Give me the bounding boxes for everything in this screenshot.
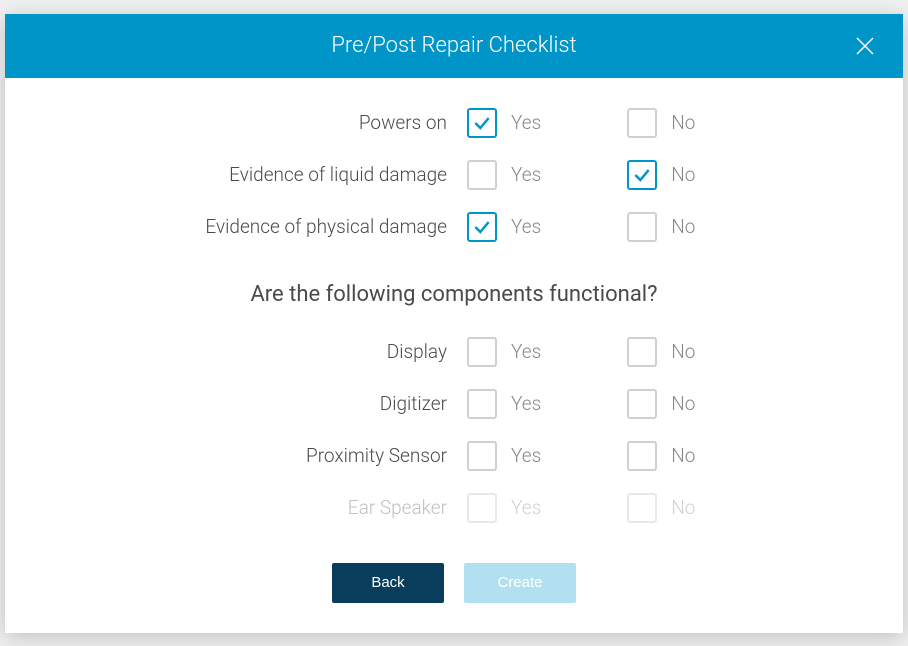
option-no: No — [627, 441, 695, 471]
checkbox-yes[interactable] — [467, 441, 497, 471]
option-yes: Yes — [467, 212, 541, 242]
component-row-proximity-sensor: Proximity Sensor Yes No — [45, 441, 863, 471]
component-row-digitizer: Digitizer Yes No — [45, 389, 863, 419]
option-label-yes: Yes — [511, 444, 541, 467]
checkbox-yes — [467, 493, 497, 523]
condition-row-evidence-of-physical-damage: Evidence of physical damage Yes No — [45, 212, 863, 242]
option-label-yes: Yes — [511, 111, 541, 134]
option-label-yes: Yes — [511, 163, 541, 186]
modal-title: Pre/Post Repair Checklist — [331, 33, 576, 58]
option-yes: Yes — [467, 108, 541, 138]
row-label: Ear Speaker — [45, 496, 467, 519]
checkbox-no[interactable] — [627, 108, 657, 138]
section-heading: Are the following components functional? — [45, 282, 863, 307]
checkbox-yes[interactable] — [467, 389, 497, 419]
option-yes: Yes — [467, 337, 541, 367]
checkbox-yes[interactable] — [467, 212, 497, 242]
option-label-yes: Yes — [511, 215, 541, 238]
row-label: Display — [45, 340, 467, 363]
back-button[interactable]: Back — [332, 563, 444, 603]
option-label-no: No — [671, 340, 695, 363]
option-label-no: No — [671, 392, 695, 415]
option-no: No — [627, 389, 695, 419]
condition-row-evidence-of-liquid-damage: Evidence of liquid damage Yes No — [45, 160, 863, 190]
create-button[interactable]: Create — [464, 563, 576, 603]
checkbox-yes[interactable] — [467, 337, 497, 367]
repair-checklist-modal: Pre/Post Repair Checklist Powers on Yes No… — [5, 14, 903, 633]
checkbox-yes[interactable] — [467, 160, 497, 190]
modal-body: Powers on Yes No Evidence of liquid damage Y… — [5, 78, 903, 633]
checkbox-no[interactable] — [627, 160, 657, 190]
option-yes: Yes — [467, 441, 541, 471]
option-label-no: No — [671, 215, 695, 238]
option-yes: Yes — [467, 389, 541, 419]
option-label-no: No — [671, 111, 695, 134]
component-row-display: Display Yes No — [45, 337, 863, 367]
option-label-yes: Yes — [511, 392, 541, 415]
row-label: Evidence of liquid damage — [45, 163, 467, 186]
option-no: No — [627, 493, 695, 523]
row-label: Digitizer — [45, 392, 467, 415]
option-no: No — [627, 212, 695, 242]
option-label-yes: Yes — [511, 496, 541, 519]
option-label-no: No — [671, 496, 695, 519]
row-label: Powers on — [45, 111, 467, 134]
option-yes: Yes — [467, 493, 541, 523]
close-icon — [853, 34, 877, 58]
checkbox-no[interactable] — [627, 389, 657, 419]
checkbox-no[interactable] — [627, 212, 657, 242]
modal-header: Pre/Post Repair Checklist — [5, 14, 903, 78]
row-label: Proximity Sensor — [45, 444, 467, 467]
row-label: Evidence of physical damage — [45, 215, 467, 238]
option-no: No — [627, 160, 695, 190]
checkbox-yes[interactable] — [467, 108, 497, 138]
close-button[interactable] — [849, 30, 881, 62]
option-label-no: No — [671, 163, 695, 186]
component-row-ear-speaker: Ear Speaker Yes No — [45, 493, 863, 523]
option-label-yes: Yes — [511, 340, 541, 363]
option-label-no: No — [671, 444, 695, 467]
button-row: Back Create — [45, 563, 863, 603]
checkbox-no[interactable] — [627, 337, 657, 367]
checkbox-no — [627, 493, 657, 523]
option-yes: Yes — [467, 160, 541, 190]
checkbox-no[interactable] — [627, 441, 657, 471]
option-no: No — [627, 108, 695, 138]
condition-row-powers-on: Powers on Yes No — [45, 108, 863, 138]
option-no: No — [627, 337, 695, 367]
